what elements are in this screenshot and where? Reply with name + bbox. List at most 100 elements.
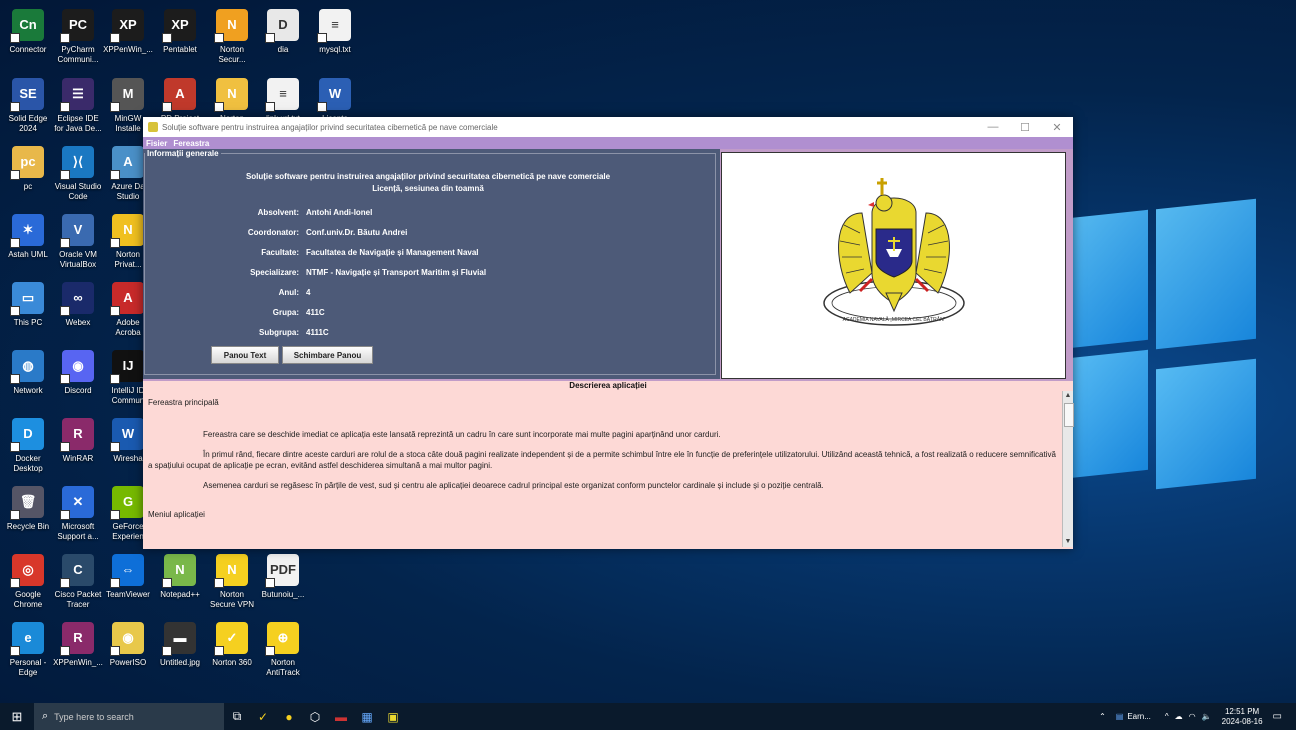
desktop-icon[interactable]: ▭ This PC — [3, 282, 53, 328]
desktop-icon-label: pc — [23, 182, 33, 191]
desktop-icon[interactable]: R XPPenWin_... — [53, 622, 103, 668]
news-widget-label[interactable]: Earn... — [1127, 712, 1151, 721]
desktop-app-icon: R — [60, 622, 94, 656]
desktop-icon-label: Notepad++ — [160, 590, 200, 599]
desktop-icon[interactable]: ◎ Google Chrome — [3, 554, 53, 610]
desktop-app-icon: A — [162, 78, 196, 112]
desktop-icon-label: Webex — [65, 318, 91, 327]
desktop-icon-label: dia — [277, 45, 289, 54]
desktop-icon[interactable]: pc pc — [3, 146, 53, 192]
desktop-icon[interactable]: e Personal - Edge — [3, 622, 53, 678]
desktop-app-icon: e — [10, 622, 44, 656]
schimbare-panou-button[interactable]: Schimbare Panou — [282, 346, 373, 364]
info-value: Antohi Andi-Ionel — [306, 208, 373, 217]
desktop-app-icon: ≡ — [317, 9, 351, 43]
desktop-icon[interactable]: ∞ Webex — [53, 282, 103, 328]
desktop-icon[interactable]: N Norton Secure VPN — [207, 554, 257, 610]
java-app-taskbar-icon[interactable]: ▣ — [380, 703, 406, 730]
windows-wallpaper-logo — [1068, 198, 1258, 490]
desktop-icon[interactable]: ▬ Untitled.jpg — [155, 622, 205, 668]
taskbar-search[interactable]: ⌕ Type here to search — [34, 703, 224, 730]
clock[interactable]: 12:51 PM 2024-08-16 — [1222, 707, 1263, 727]
desktop-icon-label: Norton 360 — [212, 658, 252, 667]
desktop-icon[interactable]: ◉ Discord — [53, 350, 103, 396]
desktop-icon-label: Visual Studio Code — [54, 182, 102, 201]
description-scrollbar[interactable]: ▲ ▼ — [1062, 391, 1074, 547]
news-widget-icon[interactable]: ▤ — [1116, 712, 1124, 721]
desktop-icon-label: Discord — [64, 386, 92, 395]
snip-taskbar-icon[interactable]: ▦ — [354, 703, 380, 730]
desktop-icon[interactable]: ✕ Microsoft Support a... — [53, 486, 103, 542]
desktop-icon[interactable]: ⇔ TeamViewer — [103, 554, 153, 600]
desktop-icon-label: mysql.txt — [319, 45, 351, 54]
desktop-icon-label: Connector — [9, 45, 47, 54]
task-view-icon[interactable]: ⧉ — [224, 703, 250, 730]
menu-fereastra[interactable]: Fereastra — [173, 139, 209, 148]
desktop-icon[interactable]: ◍ Network — [3, 350, 53, 396]
virtualbox-taskbar-icon[interactable]: ⬡ — [302, 703, 328, 730]
desktop-icon[interactable]: V Oracle VM VirtualBox — [53, 214, 103, 270]
desktop-icon-label: Untitled.jpg — [159, 658, 201, 667]
desktop-icon[interactable]: XP Pentablet — [155, 9, 205, 55]
network-icon[interactable]: ☁ — [1175, 712, 1183, 721]
maximize-button[interactable]: ☐ — [1009, 121, 1041, 134]
desktop-app-icon: N — [162, 554, 196, 588]
wifi-icon[interactable]: ◠ — [1189, 712, 1196, 721]
desktop-icon[interactable]: Ddia — [258, 9, 308, 55]
desktop-app-icon: N — [214, 9, 248, 43]
desktop-app-icon: ⊕ — [265, 622, 299, 656]
desktop-icon-label: Norton Secure VPN — [209, 590, 255, 609]
scroll-down-arrow[interactable]: ▼ — [1063, 537, 1073, 547]
desktop-icon[interactable]: SE Solid Edge 2024 — [3, 78, 53, 134]
desktop-icon[interactable]: XP XPPenWin_... — [103, 9, 153, 55]
desktop-icon[interactable]: ☰ Eclipse IDE for Java De... — [53, 78, 103, 134]
notifications-icon[interactable]: ▭ — [1273, 711, 1282, 722]
window-titlebar[interactable]: Soluție software pentru instruirea angaj… — [143, 117, 1073, 137]
start-button[interactable]: ⊞ — [0, 703, 34, 730]
desktop-app-icon: A — [110, 282, 144, 316]
desktop-icon[interactable]: ✶ Astah UML — [3, 214, 53, 260]
show-hidden-icons[interactable]: ^ — [1165, 712, 1169, 721]
desktop-icon[interactable]: D Docker Desktop — [3, 418, 53, 474]
desktop-icon-label: Personal - Edge — [9, 658, 47, 677]
menu-fisier[interactable]: Fisier — [146, 139, 167, 148]
desktop-icon[interactable]: ✓ Norton 360 — [207, 622, 257, 668]
desktop-app-icon: ⇔ — [110, 554, 144, 588]
desktop-app-icon: ☰ — [60, 78, 94, 112]
general-info-legend: Informații generale — [147, 149, 219, 158]
tray-overflow-icon[interactable]: ⌃ — [1099, 712, 1106, 721]
clock-time: 12:51 PM — [1224, 706, 1260, 716]
desktop-icon[interactable]: 🗑 Recycle Bin — [3, 486, 53, 532]
desktop-icon[interactable]: C Cisco Packet Tracer — [53, 554, 103, 610]
desktop-app-icon: Cn — [10, 9, 44, 43]
desktop-app-icon: W — [317, 78, 351, 112]
app-taskbar-icon[interactable]: ▬ — [328, 703, 354, 730]
desktop-icon-label: Microsoft Support a... — [57, 522, 99, 541]
desktop-icon[interactable]: N Notepad++ — [155, 554, 205, 600]
desktop-app-icon: ✓ — [214, 622, 248, 656]
desktop-icon[interactable]: PDF Butunoiu_... — [258, 554, 308, 600]
desktop-app-icon: W — [110, 418, 144, 452]
desktop-icon[interactable]: N Norton Secur... — [207, 9, 257, 65]
volume-icon[interactable]: 🔈 — [1202, 712, 1212, 721]
desktop-app-icon: ✶ — [10, 214, 44, 248]
desktop-icon-label: XPPenWin_... — [53, 658, 103, 667]
desktop-icon[interactable]: R WinRAR — [53, 418, 103, 464]
close-button[interactable]: ✕ — [1041, 121, 1073, 134]
desktop-app-icon: XP — [162, 9, 196, 43]
desktop-app-icon: A — [110, 146, 144, 180]
scroll-up-arrow[interactable]: ▲ — [1063, 391, 1073, 401]
desktop-icon[interactable]: PC PyCharm Communi... — [53, 9, 103, 65]
desktop-icon[interactable]: ⟩⟨ Visual Studio Code — [53, 146, 103, 202]
desktop-icon[interactable]: Cn Connector — [3, 9, 53, 55]
search-icon: ⌕ — [42, 710, 49, 722]
desktop-icon[interactable]: ⊕ Norton AntiTrack — [258, 622, 308, 678]
description-text-area[interactable]: Fereastra principală Fereastra care se d… — [148, 398, 1058, 520]
norton-vpn-taskbar-icon[interactable]: ● — [276, 703, 302, 730]
norton-taskbar-icon[interactable]: ✓ — [250, 703, 276, 730]
desktop-icon[interactable]: ≡ mysql.txt — [310, 9, 360, 55]
minimize-button[interactable]: — — [977, 121, 1009, 133]
panou-text-button[interactable]: Panou Text — [211, 346, 279, 364]
desktop-icon[interactable]: ◉ PowerISO — [103, 622, 153, 668]
scrollbar-thumb[interactable] — [1064, 403, 1074, 427]
